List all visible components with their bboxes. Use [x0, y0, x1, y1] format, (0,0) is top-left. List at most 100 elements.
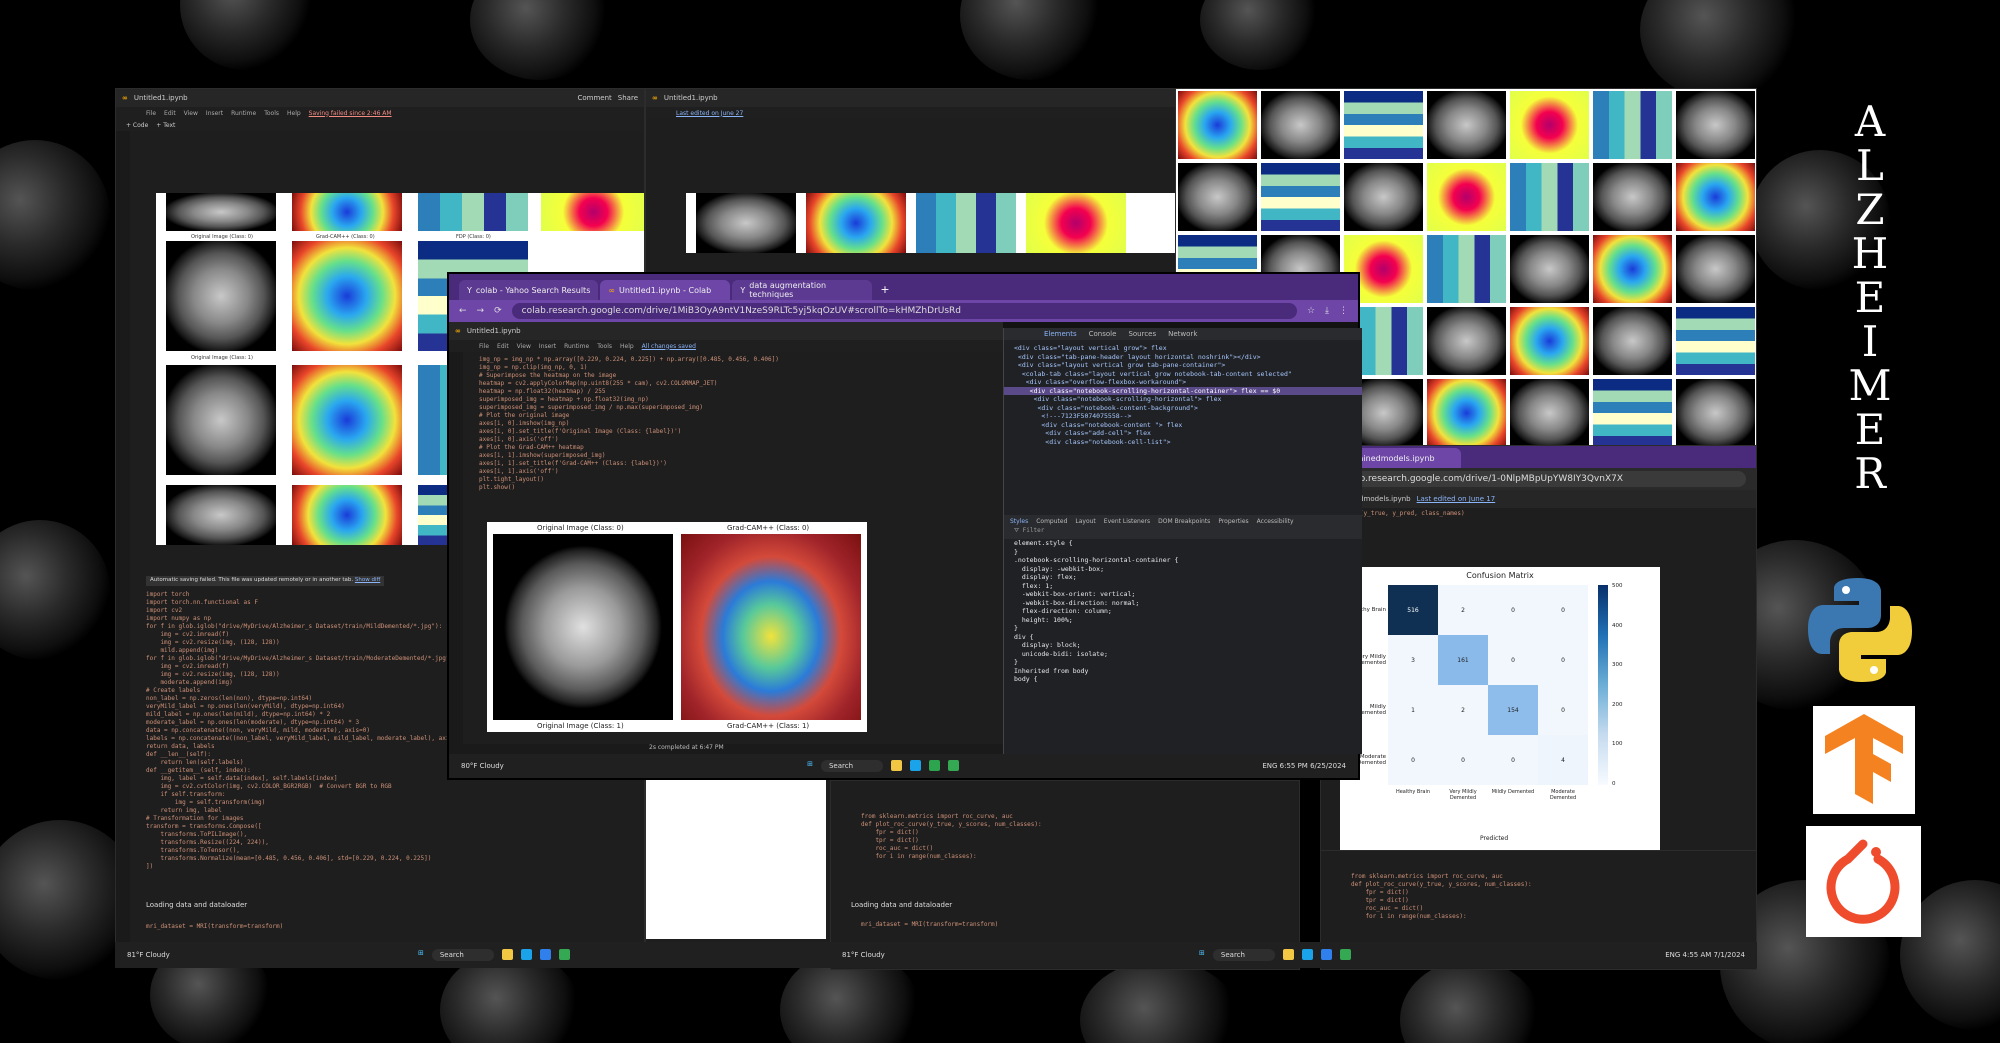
dom-node[interactable]: <div class="notebook-content-background"…: [1004, 404, 1362, 413]
vscode-icon[interactable]: [539, 949, 551, 960]
dom-node[interactable]: <!---7123F5074075558-->: [1004, 412, 1362, 421]
forward-icon[interactable]: →: [477, 306, 485, 316]
menu-insert[interactable]: Insert: [539, 343, 556, 350]
share-button[interactable]: Share: [618, 94, 638, 102]
menu-edit[interactable]: Edit: [497, 343, 509, 350]
output-label: Grad-CAM++ (Class: 0): [316, 234, 375, 240]
file-explorer-icon[interactable]: [1282, 949, 1294, 960]
chrome-icon[interactable]: [1339, 949, 1351, 960]
menu-runtime[interactable]: Runtime: [564, 343, 589, 350]
notebook-filename[interactable]: Untitled1.ipynb: [134, 94, 188, 102]
edge-icon[interactable]: [910, 760, 922, 771]
save-status[interactable]: All changes saved: [642, 343, 696, 350]
vscode-icon[interactable]: [1320, 949, 1332, 960]
last-edited[interactable]: Last edited on June 27: [676, 110, 743, 117]
dom-tree[interactable]: <div class="layout vertical grow"> flex …: [1004, 340, 1362, 515]
chrome-icon[interactable]: [948, 760, 960, 771]
dom-node[interactable]: <div class="notebook-scrolling-horizonta…: [1004, 395, 1362, 404]
taskbar-search[interactable]: Search: [1212, 949, 1275, 961]
heatmap-tile: [1593, 307, 1672, 375]
browser-tab-colab[interactable]: ∞ Untitled1.ipynb - Colab: [600, 280, 731, 300]
menu-edit[interactable]: Edit: [164, 110, 176, 117]
xbox-icon[interactable]: [929, 760, 941, 771]
menu-dots-icon[interactable]: ⋮: [1339, 306, 1348, 316]
gradcam-image: [292, 365, 402, 475]
menu-view[interactable]: View: [517, 343, 531, 350]
file-explorer-icon[interactable]: [891, 760, 903, 771]
file-explorer-icon[interactable]: [501, 949, 513, 960]
dom-node[interactable]: <div class="layout vertical grow"> flex: [1004, 344, 1362, 353]
menu-file[interactable]: File: [479, 343, 489, 350]
dom-node[interactable]: <div class="notebook-content "> flex: [1004, 421, 1362, 430]
styles-tab[interactable]: Styles: [1010, 518, 1028, 525]
add-code-button[interactable]: + Code: [126, 122, 148, 129]
menu-help[interactable]: Help: [287, 110, 301, 117]
browser-tab-augmentation[interactable]: Ydata augmentation techniques: [732, 280, 873, 300]
system-tray[interactable]: ENG 4:55 AM 7/1/2024: [1665, 951, 1745, 959]
windows-start-icon[interactable]: ⊞: [418, 949, 424, 961]
devtools-tab-sources[interactable]: Sources: [1128, 330, 1156, 338]
notebook-filename[interactable]: Untitled1.ipynb: [467, 327, 521, 335]
dataset-cell[interactable]: mri_dataset = MRI(transform=transform): [831, 919, 1291, 931]
weather-widget[interactable]: 81°F Cloudy: [842, 951, 885, 959]
menu-runtime[interactable]: Runtime: [231, 110, 256, 117]
roc-code-cell[interactable]: from sklearn.metrics import roc_curve, a…: [831, 811, 1291, 863]
dom-node[interactable]: <div class="layout vertical grow tab-pan…: [1004, 361, 1362, 370]
styles-filter[interactable]: ⛛ Filter: [1004, 527, 1362, 539]
menu-tools[interactable]: Tools: [597, 343, 612, 350]
new-tab-icon[interactable]: +: [874, 283, 895, 300]
comment-button[interactable]: Comment: [578, 94, 612, 102]
roc-code-cell[interactable]: from sklearn.metrics import roc_curve, a…: [1321, 871, 1751, 923]
event-listeners-tab[interactable]: Event Listeners: [1104, 518, 1150, 525]
menu-help[interactable]: Help: [620, 343, 634, 350]
menu-view[interactable]: View: [184, 110, 198, 117]
save-warning[interactable]: Saving failed since 2:46 AM: [309, 110, 392, 117]
dom-node[interactable]: <div class="add-cell"> flex: [1004, 429, 1362, 438]
chrome-icon[interactable]: [558, 949, 570, 960]
dom-node[interactable]: <div class="notebook-scrolling-horizonta…: [1004, 386, 1362, 395]
taskbar-search[interactable]: Search: [431, 949, 494, 961]
heatmap-tile: [1593, 91, 1672, 159]
styles-list[interactable]: element.style {} .notebook-scrolling-hori…: [1004, 539, 1362, 684]
notebook-menu: File Edit View Insert Runtime Tools Help…: [116, 107, 644, 119]
edge-icon[interactable]: [520, 949, 532, 960]
weather-widget[interactable]: 81°F Cloudy: [127, 951, 170, 959]
windows-start-icon[interactable]: ⊞: [1199, 949, 1205, 961]
reload-icon[interactable]: ⟳: [494, 306, 502, 316]
code-line: roc_auc = dict(): [1351, 905, 1424, 912]
menu-file[interactable]: File: [146, 110, 156, 117]
dom-node[interactable]: <div class="notebook-cell-list">: [1004, 438, 1362, 447]
show-diff-link[interactable]: Show diff: [355, 577, 380, 583]
menu-tools[interactable]: Tools: [264, 110, 279, 117]
add-text-button[interactable]: + Text: [156, 122, 175, 129]
download-icon[interactable]: ⤓: [1325, 306, 1329, 316]
edge-icon[interactable]: [1301, 949, 1313, 960]
system-tray[interactable]: ENG 6:55 PM 6/25/2024: [1262, 762, 1346, 770]
gradcam-code-cell[interactable]: img_np = img_np * np.array([0.229, 0.224…: [449, 354, 999, 534]
dom-node[interactable]: <div class="tab-pane-header layout horiz…: [1004, 353, 1362, 362]
devtools-tab-elements[interactable]: Elements: [1044, 330, 1077, 338]
bookmark-star-icon[interactable]: ☆: [1307, 306, 1315, 316]
layout-tab[interactable]: Layout: [1075, 518, 1095, 525]
back-icon[interactable]: ←: [459, 306, 467, 316]
devtools-tab-network[interactable]: Network: [1168, 330, 1197, 338]
styles-tabs: Styles Computed Layout Event Listeners D…: [1004, 515, 1362, 527]
dom-node[interactable]: <div class="overflow-flexbox-workaround"…: [1004, 378, 1362, 387]
computed-tab[interactable]: Computed: [1036, 518, 1067, 525]
accessibility-tab[interactable]: Accessibility: [1257, 518, 1294, 525]
menu-insert[interactable]: Insert: [206, 110, 223, 117]
last-edited[interactable]: Last edited on June 17: [1417, 495, 1496, 503]
url-field[interactable]: colab.research.google.com/drive/1MiB3OyA…: [511, 303, 1297, 319]
devtools-tab-console[interactable]: Console: [1089, 330, 1117, 338]
dom-node[interactable]: <colab-tab class="layout vertical grow n…: [1004, 370, 1362, 379]
dataset-cell[interactable]: mri_dataset = MRI(transform=transform): [116, 921, 626, 933]
browser-tab-yahoo[interactable]: Ycolab - Yahoo Search Results: [459, 280, 599, 300]
properties-tab[interactable]: Properties: [1218, 518, 1248, 525]
windows-start-icon[interactable]: ⊞: [807, 760, 813, 772]
notebook-filename[interactable]: Untitled1.ipynb: [664, 94, 718, 102]
taskbar-search[interactable]: Search: [820, 760, 884, 772]
weather-widget[interactable]: 80°F Cloudy: [461, 762, 504, 770]
url-field[interactable]: colab.research.google.com/drive/1-0NlpMB…: [1331, 471, 1746, 487]
dom-breakpoints-tab[interactable]: DOM Breakpoints: [1158, 518, 1210, 525]
cm-code-line[interactable]: n_matrix(y_true, y_pred, class_names): [1321, 508, 1756, 520]
